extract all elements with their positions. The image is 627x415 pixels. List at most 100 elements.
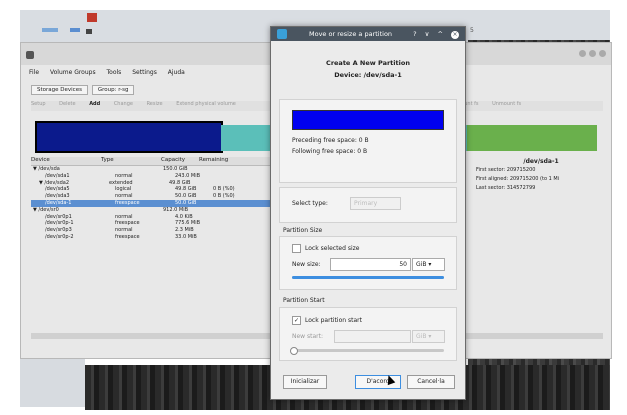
select-type-combo[interactable]: Primary [350, 197, 401, 210]
table-row[interactable]: /dev/sda3 normal 50.0 GiB 0 B (%0) [31, 193, 281, 200]
taskbar-item[interactable] [70, 28, 80, 32]
cell-remaining [213, 227, 251, 234]
minimize-icon[interactable] [579, 50, 586, 57]
menu-file[interactable]: File [29, 69, 39, 76]
table-body: ▼ /dev/sda 150.0 GiB/dev/sda1 normal 243.0 … [31, 166, 281, 241]
dialog-app-icon [277, 29, 287, 39]
size-unit-combo[interactable]: GiB ▾ [412, 258, 445, 271]
partition-graph-primary[interactable] [35, 121, 223, 153]
start-slider-handle[interactable] [290, 347, 298, 355]
toolbar-extend[interactable]: Extend physical volume [176, 101, 236, 107]
toolbar-setup[interactable]: Setup [31, 101, 46, 107]
col-remaining[interactable]: Remaining [199, 157, 237, 165]
table-row[interactable]: /dev/sda5 logical 49.8 GiB 0 B (%0) [31, 186, 281, 193]
device-label: Device: /dev/sda-1 [334, 71, 402, 79]
new-size-input[interactable]: 50 [330, 258, 411, 271]
cell-capacity: 50.0 GiB [175, 199, 197, 206]
info-line: First aligned: 209715200 (to 1 Mi [476, 176, 560, 182]
new-size-label: New size: [292, 261, 321, 268]
device-table: Device Type Capacity Remaining ▼ /dev/sd… [31, 157, 281, 241]
partition-info-panel: /dev/sda-1 First sector: 209715200 First… [476, 157, 606, 193]
partition-size-bar[interactable] [292, 110, 444, 130]
partition-start-group: ✓ Lock partition start New start: GiB ▾ [279, 307, 457, 361]
cell-capacity: 4.0 KiB [175, 213, 193, 220]
col-type[interactable]: Type [101, 157, 161, 165]
cell-remaining: 0 B (%0) [213, 186, 235, 193]
lock-start-checkbox[interactable]: ✓ [292, 316, 301, 325]
cell-remaining [213, 214, 251, 221]
table-row[interactable]: /dev/sr0p3 normal 2.3 MiB [31, 227, 281, 234]
table-row[interactable]: ▼ /dev/sda2 extended 49.8 GiB [31, 180, 281, 187]
col-capacity[interactable]: Capacity [161, 157, 199, 165]
table-row[interactable]: /dev/sda-1 freespace 50.0 GiB [31, 199, 281, 207]
toolbar-delete[interactable]: Delete [59, 101, 75, 107]
col-device[interactable]: Device [31, 157, 101, 165]
dialog-titlebar[interactable]: Move or resize a partition ? ∨ ^ × [271, 27, 465, 41]
tab-bar: Storage Devices Group: r-sg [31, 85, 136, 95]
taskbar-item[interactable] [42, 28, 58, 32]
close-icon[interactable] [599, 50, 606, 57]
cell-capacity: 243.0 MiB [175, 172, 201, 179]
table-row[interactable]: /dev/sr0p1 normal 4.0 KiB [31, 214, 281, 221]
cell-remaining [213, 234, 251, 241]
table-row[interactable]: /dev/sr0p-2 freespace 33.0 MiB [31, 234, 281, 241]
table-row[interactable]: ▼ /dev/sda 150.0 GiB [31, 166, 281, 173]
menu-volume-groups[interactable]: Volume Groups [50, 69, 96, 76]
start-unit-combo[interactable]: GiB ▾ [412, 330, 445, 343]
cell-type [103, 207, 163, 214]
cell-type: freespace [115, 199, 140, 206]
toolbar-resize[interactable]: Resize [147, 101, 163, 107]
cell-type: normal [115, 227, 133, 234]
cell-device: /dev/sr0p1 [45, 213, 72, 220]
window-controls [576, 50, 616, 58]
cell-capacity: 33.0 MiB [175, 233, 197, 240]
menu-settings[interactable]: Settings [132, 69, 157, 76]
app-icon [26, 51, 34, 59]
start-unit-value: GiB [416, 333, 427, 340]
new-partition-dialog: Move or resize a partition ? ∨ ^ × Creat… [270, 26, 466, 400]
terminal-icon[interactable] [86, 29, 92, 34]
reset-button[interactable]: Inicializar [283, 375, 327, 389]
cell-device: /dev/sr0p-1 [45, 220, 74, 227]
desktop-area [20, 357, 85, 407]
new-start-input[interactable] [334, 330, 411, 343]
menu-help[interactable]: Ajuda [168, 69, 185, 76]
partition-graph-other[interactable] [467, 125, 597, 151]
toolbar-unmount-2[interactable]: Unmount fs [492, 101, 521, 107]
toolbar-change[interactable]: Change [114, 101, 133, 107]
maximize-icon[interactable] [589, 50, 596, 57]
partition-preview-group: Preceding free space: 0 B Following free… [279, 99, 457, 183]
cancel-button[interactable]: Cancel·la [407, 375, 455, 389]
dialog-heading: Create A New Partition [326, 59, 410, 67]
help-minimize-maximize-icons[interactable]: ? ∨ ^ [413, 30, 446, 38]
dialog-title: Move or resize a partition [309, 30, 393, 38]
cell-remaining [201, 166, 239, 173]
type-group: Select type: Primary [279, 187, 457, 223]
lock-size-label: Lock selected size [305, 245, 360, 252]
start-slider[interactable] [292, 349, 444, 352]
cell-remaining [213, 200, 251, 207]
cell-type: normal [115, 213, 133, 220]
table-row[interactable]: /dev/sda1 normal 243.0 MiB [31, 173, 281, 180]
tab-storage-devices[interactable]: Storage Devices [31, 85, 88, 95]
cell-remaining: 0 B (%0) [213, 193, 235, 200]
toolbar-add[interactable]: Add [89, 101, 100, 107]
tab-group[interactable]: Group: r-sg [91, 85, 135, 95]
cell-device: /dev/sr0p3 [45, 227, 72, 234]
table-row[interactable]: /dev/sr0p-1 freespace 775.6 MiB [31, 220, 281, 227]
cell-remaining [213, 220, 251, 227]
size-slider[interactable] [292, 276, 444, 279]
lock-size-checkbox[interactable] [292, 244, 301, 253]
cell-capacity: 2.3 MiB [175, 227, 194, 234]
app-red-icon[interactable] [87, 13, 97, 22]
menu-tools[interactable]: Tools [107, 69, 122, 76]
close-icon[interactable]: × [451, 31, 459, 39]
cell-type: extended [109, 179, 133, 186]
info-title: /dev/sda-1 [523, 158, 559, 165]
cell-type: normal [115, 193, 133, 200]
table-row[interactable]: ▼ /dev/sr0 912.0 MiB [31, 207, 281, 214]
cell-device: /dev/sr0p-2 [45, 233, 74, 240]
cell-capacity: 50.0 GiB [175, 193, 197, 200]
cell-device: /dev/sda3 [45, 193, 70, 200]
cell-capacity: 49.8 GiB [175, 186, 197, 193]
